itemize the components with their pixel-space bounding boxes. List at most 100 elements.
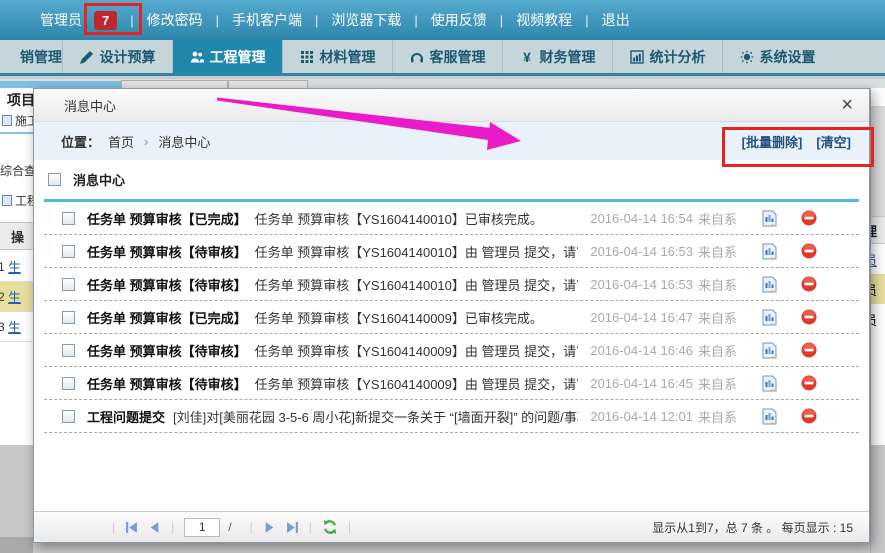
background-table-row: 2 生	[0, 282, 33, 312]
background-gray-area	[871, 106, 885, 216]
message-title: 工程问题提交	[87, 410, 165, 425]
grid-icon	[300, 49, 315, 64]
topbar-menu-wrap: |手机客户端	[203, 10, 302, 30]
background-item-query[interactable]: 综合查	[0, 162, 33, 179]
message-source: 来自系	[698, 308, 738, 327]
pencil-icon	[80, 49, 95, 64]
nav-tab[interactable]: 工程管理	[172, 40, 282, 73]
view-document-icon[interactable]	[762, 408, 777, 425]
view-document-icon[interactable]	[762, 210, 777, 227]
page-input[interactable]	[184, 518, 220, 537]
background-table-row: 员	[871, 274, 885, 304]
view-document-icon[interactable]	[762, 243, 777, 260]
message-text: 任务单 预算审核【已完成】任务单 预算审核【YS1604140009】已审核完成…	[87, 308, 578, 327]
nav-tab[interactable]: 销管理	[0, 40, 62, 73]
row-link[interactable]: 生	[8, 317, 21, 336]
pagination-bar: | | / | | | 显示从1到7，总 7 条 。 每页显示 : 15	[34, 511, 869, 542]
dialog-titlebar[interactable]: 消息中心 ×	[34, 89, 869, 122]
row-checkbox[interactable]	[62, 311, 75, 324]
row-checkbox[interactable]	[62, 245, 75, 258]
delete-icon[interactable]	[801, 342, 817, 358]
background-item-label: 综合查	[0, 162, 33, 179]
delete-icon[interactable]	[801, 276, 817, 292]
row-link[interactable]: 生	[8, 257, 21, 276]
breadcrumb-bar: 位置： 首页 › 消息中心 [批量删除] [清空]	[34, 122, 869, 160]
message-center-dialog: 消息中心 × 位置： 首页 › 消息中心 [批量删除] [清空] 消息中心 任务…	[33, 88, 870, 543]
nav-tab[interactable]: 设计预算	[62, 40, 172, 73]
view-document-icon[interactable]	[762, 276, 777, 293]
message-source: 来自系	[698, 407, 738, 426]
message-body: 任务单 预算审核【YS1604140009】已审核完成。	[255, 311, 543, 326]
delete-icon[interactable]	[801, 243, 817, 259]
breadcrumb-home-link[interactable]: 首页	[108, 132, 134, 151]
last-page-icon[interactable]	[286, 521, 299, 534]
view-document-icon[interactable]	[762, 309, 777, 326]
prev-page-icon[interactable]	[148, 521, 161, 534]
row-checkbox[interactable]	[62, 344, 75, 357]
doc-icon	[2, 195, 12, 206]
message-row: 任务单 预算审核【待审核】任务单 预算审核【YS1604140010】由 管理员…	[44, 268, 859, 301]
message-title: 任务单 预算审核【待审核】	[87, 245, 247, 260]
headset-icon	[410, 49, 425, 64]
topbar-menu-item[interactable]: 退出	[602, 12, 630, 28]
nav-tab[interactable]: 材料管理	[282, 40, 392, 73]
nav-tab-label: 销管理	[20, 47, 62, 67]
background-item-construction[interactable]: 施工	[2, 112, 33, 129]
refresh-icon[interactable]	[322, 519, 338, 535]
topbar-menu-wrap: |浏览器下载	[302, 10, 401, 30]
delete-icon[interactable]	[801, 309, 817, 325]
background-section-title: 项目	[7, 90, 33, 110]
clear-all-button[interactable]: [清空]	[816, 132, 851, 151]
nav-tab[interactable]: ¥ 财务管理	[502, 40, 612, 73]
message-timestamp: 2016-04-14 16:53	[590, 244, 693, 259]
message-text: 任务单 预算审核【待审核】任务单 预算审核【YS1604140009】由 管理员…	[87, 341, 578, 360]
background-item-label: 施工	[15, 112, 33, 129]
topbar-menu-item[interactable]: 修改密码	[147, 12, 203, 28]
background-item-label: 工程	[15, 192, 33, 209]
dialog-title: 消息中心	[64, 96, 116, 115]
message-count-badge[interactable]: 7	[94, 11, 117, 30]
list-header-title: 消息中心	[73, 170, 125, 189]
topbar-menu-wrap: | 使用反馈	[401, 10, 486, 30]
row-checkbox[interactable]	[62, 278, 75, 291]
background-gray-area	[871, 445, 885, 553]
nav-tab[interactable]: 客服管理	[392, 40, 502, 73]
select-all-checkbox[interactable]	[48, 173, 61, 186]
topbar-menu-item[interactable]: 手机客户端	[232, 12, 302, 28]
topbar-separator: |	[414, 13, 417, 28]
row-checkbox[interactable]	[62, 212, 75, 225]
row-checkbox[interactable]	[62, 377, 75, 390]
row-link[interactable]: 生	[8, 287, 21, 306]
nav-tab[interactable]: 系统设置	[722, 40, 832, 73]
topbar-menu-item[interactable]: 浏览器下载	[331, 12, 401, 28]
user-label[interactable]: 管理员	[40, 10, 82, 30]
nav-tab[interactable]: 统计分析	[612, 40, 722, 73]
row-number: 1	[0, 260, 8, 274]
background-table-row: 员	[871, 244, 885, 274]
topbar-menu-item[interactable]: 使用反馈	[431, 12, 487, 28]
pager-separator: |	[309, 520, 312, 534]
row-checkbox[interactable]	[62, 410, 75, 423]
close-icon[interactable]: ×	[841, 95, 853, 115]
topbar-menu-item[interactable]: 视频教程	[516, 12, 572, 28]
background-table-header: 操	[0, 222, 33, 250]
delete-icon[interactable]	[801, 408, 817, 424]
batch-delete-button[interactable]: [批量删除]	[742, 132, 803, 151]
nav-tab-label: 客服管理	[430, 47, 486, 67]
chevron-right-icon: ›	[144, 134, 148, 149]
view-document-icon[interactable]	[762, 342, 777, 359]
message-title: 任务单 预算审核【已完成】	[87, 311, 247, 326]
nav-tabbar: 销管理 设计预算 工程管理 材料管理 客服管理 ¥	[0, 40, 885, 76]
delete-icon[interactable]	[801, 375, 817, 391]
background-item-project[interactable]: 工程	[2, 192, 33, 209]
view-document-icon[interactable]	[762, 375, 777, 392]
yen-icon: ¥	[520, 49, 535, 64]
nav-tab-label: 统计分析	[650, 47, 706, 67]
next-page-icon[interactable]	[263, 521, 276, 534]
first-page-icon[interactable]	[125, 521, 138, 534]
delete-icon[interactable]	[801, 210, 817, 226]
nav-tab-label: 系统设置	[760, 47, 816, 67]
message-text: 任务单 预算审核【待审核】任务单 预算审核【YS1604140009】由 管理员…	[87, 374, 578, 393]
list-actions: [批量删除] [清空]	[742, 132, 851, 151]
message-text: 工程问题提交[刘佳]对[美丽花园 3-5-6 周小花]新提交一条关于 “[墙面开…	[87, 407, 578, 426]
